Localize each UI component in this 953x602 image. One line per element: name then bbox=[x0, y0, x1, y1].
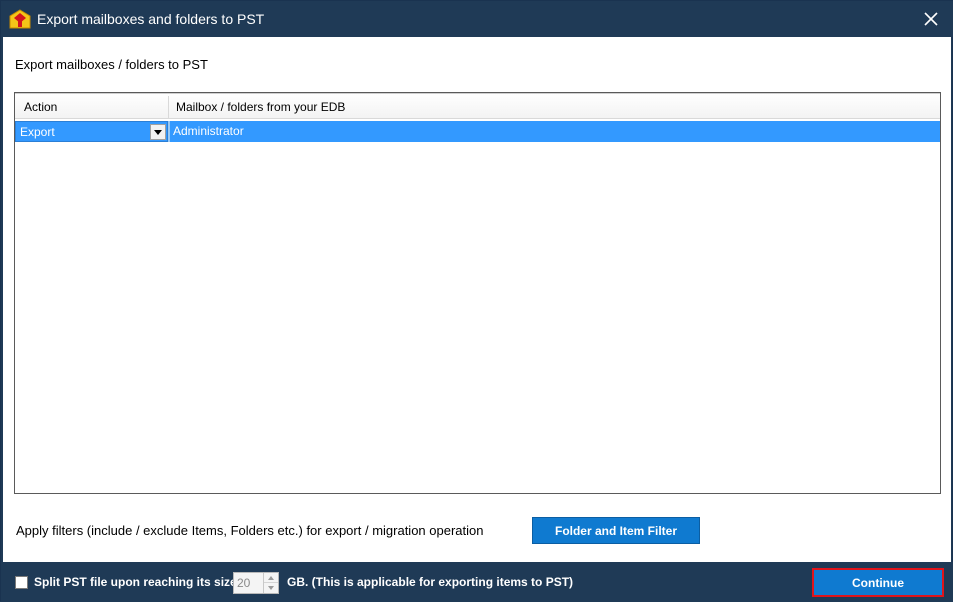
action-value: Export bbox=[20, 125, 55, 139]
split-pst-checkbox[interactable] bbox=[15, 576, 28, 589]
mailbox-cell[interactable]: Administrator bbox=[170, 121, 940, 142]
mailbox-grid: Action Mailbox / folders from your EDB E… bbox=[14, 92, 941, 494]
dialog-content: Export mailboxes / folders to PST Action… bbox=[3, 37, 951, 562]
stepper-buttons bbox=[263, 573, 278, 593]
action-dropdown[interactable]: Export bbox=[15, 121, 168, 142]
column-header-action[interactable]: Action bbox=[24, 100, 57, 114]
table-row[interactable]: Export Administrator bbox=[15, 121, 940, 142]
size-value: 20 bbox=[237, 576, 251, 590]
footer-bar: Split PST file upon reaching its size 20… bbox=[1, 562, 953, 602]
stepper-down-button[interactable] bbox=[264, 583, 278, 593]
close-button[interactable] bbox=[908, 1, 953, 37]
folder-item-filter-button[interactable]: Folder and Item Filter bbox=[532, 517, 700, 544]
column-separator[interactable] bbox=[168, 96, 169, 118]
column-header-mailbox[interactable]: Mailbox / folders from your EDB bbox=[176, 100, 345, 114]
chevron-down-icon bbox=[268, 586, 274, 590]
gb-note: GB. (This is applicable for exporting it… bbox=[287, 575, 574, 589]
size-stepper[interactable]: 20 bbox=[233, 572, 279, 594]
dropdown-button[interactable] bbox=[150, 124, 166, 140]
window-title: Export mailboxes and folders to PST bbox=[37, 11, 265, 27]
close-icon bbox=[924, 12, 938, 26]
app-logo-icon bbox=[9, 9, 31, 29]
grid-header: Action Mailbox / folders from your EDB bbox=[15, 93, 940, 119]
filter-description: Apply filters (include / exclude Items, … bbox=[16, 523, 484, 538]
section-heading: Export mailboxes / folders to PST bbox=[15, 57, 208, 72]
continue-button[interactable]: Continue bbox=[812, 568, 944, 597]
export-dialog: Export mailboxes and folders to PST Expo… bbox=[0, 0, 953, 602]
chevron-down-icon bbox=[154, 129, 162, 135]
split-pst-label: Split PST file upon reaching its size bbox=[34, 575, 237, 589]
stepper-up-button[interactable] bbox=[264, 573, 278, 583]
mailbox-value: Administrator bbox=[173, 124, 244, 138]
chevron-up-icon bbox=[268, 575, 274, 580]
title-bar: Export mailboxes and folders to PST bbox=[1, 1, 953, 37]
